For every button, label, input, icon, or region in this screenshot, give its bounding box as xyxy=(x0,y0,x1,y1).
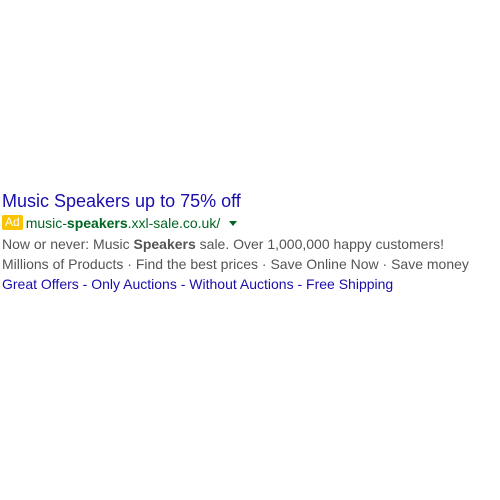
callout-item: Millions of Products xyxy=(2,256,124,272)
ad-url-row: Ad music-speakers.xxl-sale.co.uk/ xyxy=(2,213,498,232)
desc-after: sale. Over 1,000,000 happy customers! xyxy=(195,236,445,252)
ad-callouts: Millions of Products · Find the best pri… xyxy=(2,254,498,274)
sitelink-only-auctions[interactable]: Only Auctions xyxy=(91,276,177,292)
sitelink-separator: - xyxy=(293,276,307,292)
desc-keyword: Speakers xyxy=(133,236,196,252)
ad-title-link[interactable]: Music Speakers up to 75% off xyxy=(2,190,498,212)
sitelink-great-offers[interactable]: Great Offers xyxy=(2,276,79,292)
dropdown-arrow-icon[interactable] xyxy=(229,220,238,226)
callout-item: Save money xyxy=(391,256,469,272)
sitelink-without-auctions[interactable]: Without Auctions xyxy=(189,276,293,292)
callout-separator: · xyxy=(378,256,392,272)
sitelink-separator: - xyxy=(176,276,190,292)
ad-description: Now or never: Music Speakers sale. Over … xyxy=(2,234,498,254)
callout-separator: · xyxy=(258,256,271,272)
desc-before: Now or never: Music xyxy=(2,236,134,252)
sitelink-free-shipping[interactable]: Free Shipping xyxy=(306,276,393,292)
ad-sitelinks: Great Offers - Only Auctions - Without A… xyxy=(2,274,498,294)
url-suffix: .xxl-sale.co.uk/ xyxy=(127,214,221,231)
url-keyword: speakers xyxy=(66,214,128,231)
sitelink-separator: - xyxy=(78,276,92,292)
callout-item: Find the best prices xyxy=(135,256,259,272)
ad-badge: Ad xyxy=(2,215,23,230)
callout-item: Save Online Now xyxy=(270,256,379,272)
callout-separator: · xyxy=(123,256,136,272)
url-prefix: music- xyxy=(25,214,67,231)
display-url[interactable]: music-speakers.xxl-sale.co.uk/ xyxy=(26,214,221,232)
search-ad: Music Speakers up to 75% off Ad music-sp… xyxy=(2,190,498,294)
